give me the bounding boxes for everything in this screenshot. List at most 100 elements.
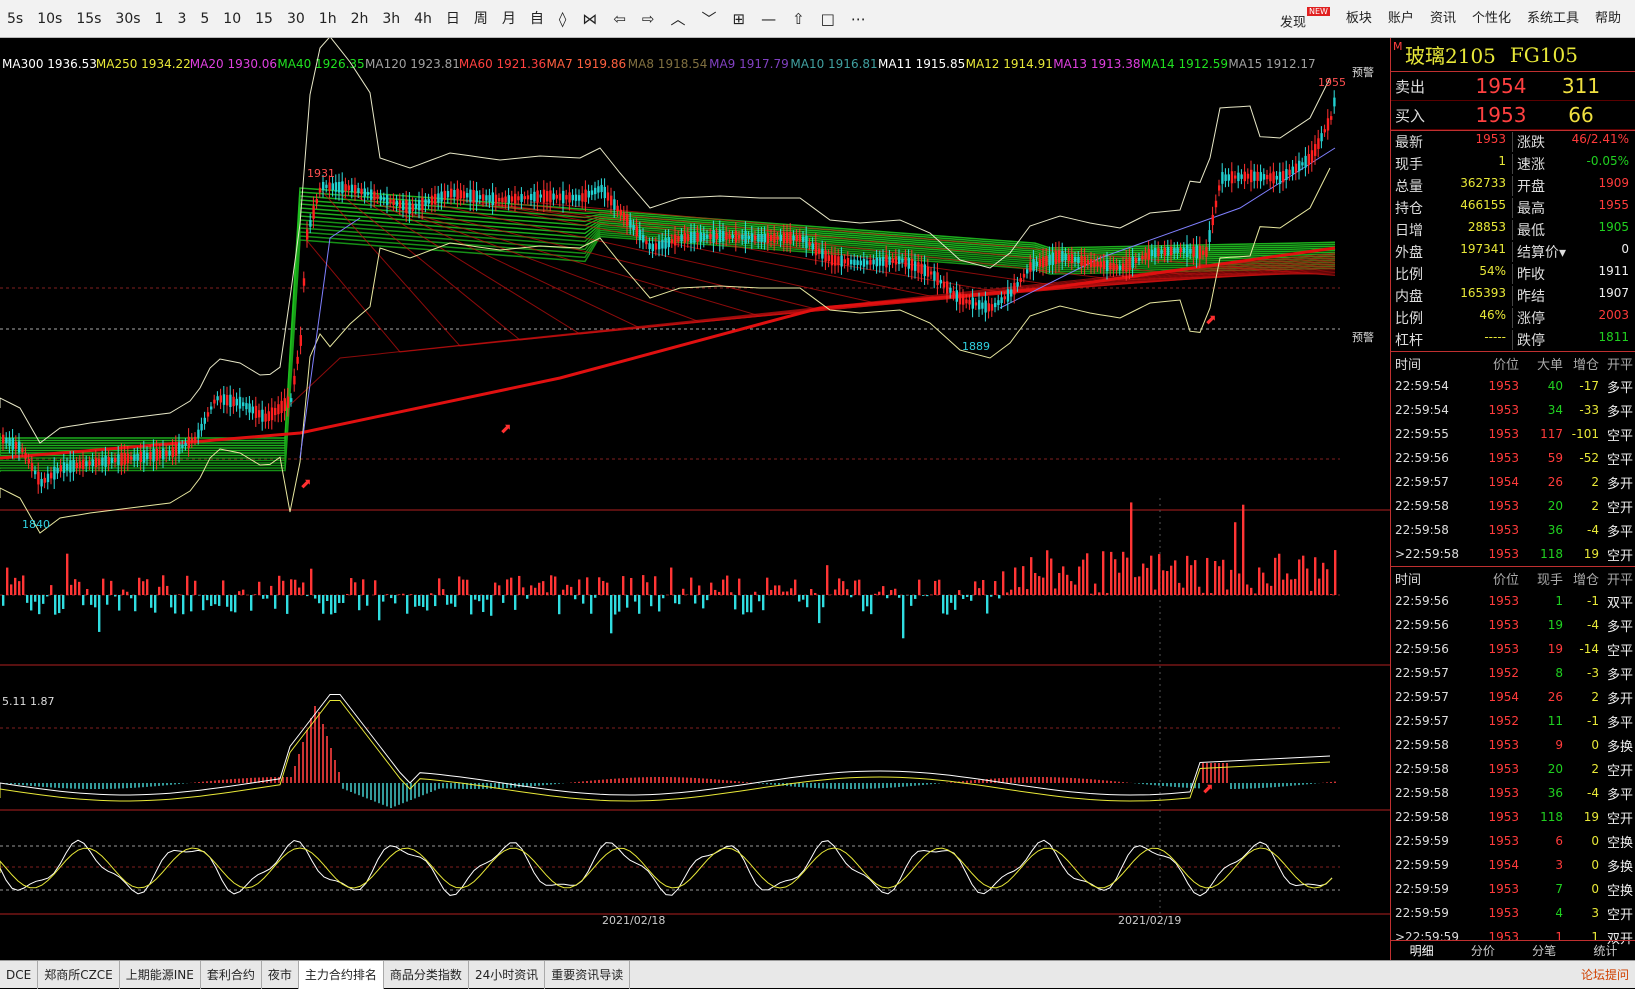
bowtie-icon[interactable]: ⋈ bbox=[574, 0, 605, 38]
list-item[interactable]: 22:59:581953202空开 bbox=[1391, 757, 1635, 781]
macd-bar bbox=[534, 783, 536, 786]
period-button[interactable]: 3h bbox=[375, 0, 407, 38]
arrow-right-icon[interactable]: ⇨ bbox=[634, 0, 663, 38]
period-button[interactable]: 4h bbox=[407, 0, 439, 38]
list-item[interactable]: 22:59:58195311819空开 bbox=[1391, 805, 1635, 829]
bottom-tab[interactable]: 郑商所CZCE bbox=[38, 961, 120, 989]
volume-bar bbox=[1162, 570, 1164, 595]
tab-3[interactable]: 统计 bbox=[1575, 941, 1635, 960]
line-tool-icon[interactable]: — bbox=[753, 0, 784, 38]
cell-p: 1953 bbox=[1467, 786, 1519, 800]
candle-body bbox=[1148, 249, 1150, 260]
list-item[interactable]: 22:59:56195359-52空平 bbox=[1391, 446, 1635, 470]
list-item[interactable]: 22:59:571954262多开 bbox=[1391, 685, 1635, 709]
period-button[interactable]: 2h bbox=[344, 0, 376, 38]
menu-item[interactable]: 发现NEW bbox=[1272, 0, 1338, 38]
chart-area[interactable]: MA300 1936.53MA250 1934.22MA20 1930.06MA… bbox=[0, 38, 1390, 960]
macd-bar bbox=[1102, 780, 1104, 783]
list-item[interactable]: 22:59:59195430多换 bbox=[1391, 853, 1635, 877]
period-button[interactable]: 30 bbox=[280, 0, 312, 38]
tab-0[interactable]: 明细 bbox=[1391, 941, 1452, 960]
period-button[interactable]: 30s bbox=[108, 0, 147, 38]
bottom-tab[interactable]: 商品分类指数 bbox=[384, 961, 469, 989]
list-item[interactable]: 22:59:57195211-1多平 bbox=[1391, 709, 1635, 733]
list-item[interactable]: 22:59:54195340-17多平 bbox=[1391, 374, 1635, 398]
bottom-tab[interactable]: 夜市 bbox=[262, 961, 299, 989]
period-button[interactable]: 10 bbox=[216, 0, 248, 38]
list-item[interactable]: 22:59:59195370空换 bbox=[1391, 877, 1635, 901]
list-item[interactable]: 22:59:59195343空开 bbox=[1391, 901, 1635, 925]
zoom-out-icon[interactable]: ﹀ bbox=[694, 0, 725, 38]
tab-1[interactable]: 分价 bbox=[1452, 941, 1513, 960]
candle-body bbox=[216, 396, 218, 400]
cell-t: 22:59:54 bbox=[1391, 379, 1467, 393]
home-icon[interactable]: ⇧ bbox=[784, 0, 813, 38]
list-item[interactable]: 22:59:581953202空开 bbox=[1391, 494, 1635, 518]
list-item[interactable]: 22:59:58195336-4多平 bbox=[1391, 518, 1635, 542]
period-button[interactable]: 日 bbox=[439, 0, 467, 38]
bottom-tab[interactable]: 上期能源INE bbox=[120, 961, 201, 989]
kline-chart[interactable]: MA300 1936.53MA250 1934.22MA20 1930.06MA… bbox=[0, 38, 1390, 960]
arrow-left-icon[interactable]: ⇦ bbox=[605, 0, 634, 38]
list-item[interactable]: 22:59:5619531-1双平 bbox=[1391, 589, 1635, 613]
bottom-tab[interactable]: 套利合约 bbox=[201, 961, 262, 989]
big-order-list[interactable]: 时间价位大单增仓开平22:59:54195340-17多平22:59:54195… bbox=[1391, 351, 1635, 566]
candle-body bbox=[741, 235, 743, 240]
candle-body bbox=[50, 473, 52, 479]
period-button[interactable]: 3 bbox=[170, 0, 193, 38]
menu-item[interactable]: 账户 bbox=[1380, 0, 1422, 38]
period-button[interactable]: 1 bbox=[148, 0, 171, 38]
period-button[interactable]: 1h bbox=[312, 0, 344, 38]
period-button[interactable]: 15 bbox=[248, 0, 280, 38]
menu-item[interactable]: 板块 bbox=[1338, 0, 1380, 38]
candle-body bbox=[140, 452, 142, 462]
candle-body bbox=[1068, 255, 1070, 261]
list-item[interactable]: 22:59:54195334-33多平 bbox=[1391, 398, 1635, 422]
list-item[interactable]: 22:59:551953117-101空平 bbox=[1391, 422, 1635, 446]
volume-bar bbox=[430, 593, 432, 595]
volume-bar bbox=[22, 575, 24, 595]
tab-2[interactable]: 分笔 bbox=[1514, 941, 1575, 960]
volume-bar bbox=[238, 591, 240, 595]
volume-bar bbox=[926, 595, 928, 596]
list-item[interactable]: 22:59:5719528-3多平 bbox=[1391, 661, 1635, 685]
menu-item[interactable]: 资讯 bbox=[1422, 0, 1464, 38]
menu-item[interactable]: 帮助 bbox=[1587, 0, 1629, 38]
period-button[interactable]: 15s bbox=[69, 0, 108, 38]
macd-bar bbox=[894, 783, 896, 787]
period-button[interactable]: 周 bbox=[467, 0, 495, 38]
volume-bar bbox=[722, 580, 724, 595]
period-button[interactable]: 10s bbox=[30, 0, 69, 38]
period-button[interactable]: 5s bbox=[0, 0, 30, 38]
menu-item[interactable]: 系统工具 bbox=[1519, 0, 1587, 38]
list-item[interactable]: 22:59:58195390多换 bbox=[1391, 733, 1635, 757]
bottom-tabs: DCE郑商所CZCE上期能源INE套利合约夜市主力合约排名商品分类指数24小时资… bbox=[0, 961, 630, 989]
macd-bar bbox=[802, 783, 804, 787]
bottom-tab[interactable]: 主力合约排名 bbox=[299, 961, 384, 989]
list-item[interactable]: 22:59:56195319-4多平 bbox=[1391, 613, 1635, 637]
instrument-code: FG105 bbox=[1510, 43, 1578, 67]
list-item[interactable]: 22:59:59195360空换 bbox=[1391, 829, 1635, 853]
layout-grid-icon[interactable]: ⊞ bbox=[725, 0, 754, 38]
list-item[interactable]: 22:59:571954262多开 bbox=[1391, 470, 1635, 494]
macd-bar bbox=[686, 778, 688, 783]
menu-item[interactable]: 个性化 bbox=[1464, 0, 1519, 38]
list-item[interactable]: 22:59:58195336-4多平 bbox=[1391, 781, 1635, 805]
tick-list[interactable]: 时间价位现手增仓开平22:59:5619531-1双平22:59:5619531… bbox=[1391, 566, 1635, 949]
period-button[interactable]: 5 bbox=[193, 0, 216, 38]
list-item[interactable]: 22:59:56195319-14空平 bbox=[1391, 637, 1635, 661]
period-button[interactable]: 月 bbox=[495, 0, 523, 38]
bottom-tab[interactable]: 重要资讯导读 bbox=[545, 961, 630, 989]
blank-square-icon[interactable]: □ bbox=[813, 0, 843, 38]
flip-icon[interactable]: ◊ bbox=[551, 0, 574, 38]
zoom-in-icon[interactable]: ︿ bbox=[662, 0, 693, 38]
more-icon[interactable]: ⋯ bbox=[843, 0, 874, 38]
bottom-tab[interactable]: DCE bbox=[0, 961, 38, 989]
period-buttons: 5s10s15s30s1351015301h2h3h4h日周月自 bbox=[0, 0, 551, 38]
list-item[interactable]: >22:59:58195311819空开 bbox=[1391, 542, 1635, 566]
candle-body bbox=[111, 458, 113, 463]
forum-link[interactable]: 论坛提问 bbox=[1581, 961, 1629, 989]
candle-body bbox=[1128, 258, 1130, 270]
bottom-tab[interactable]: 24小时资讯 bbox=[469, 961, 545, 989]
period-button[interactable]: 自 bbox=[523, 0, 551, 38]
